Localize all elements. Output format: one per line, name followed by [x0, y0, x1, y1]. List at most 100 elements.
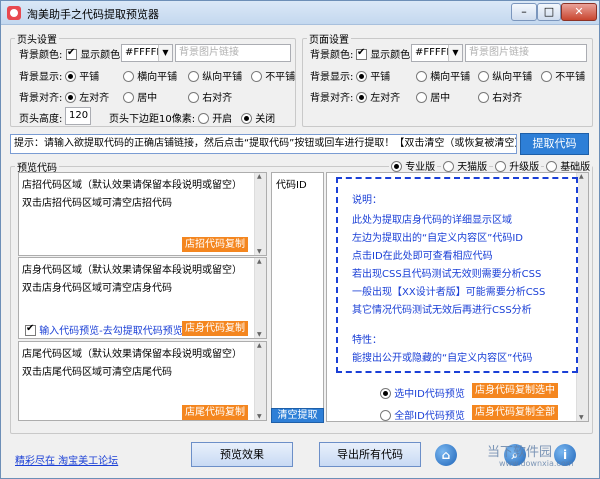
- scrollbar[interactable]: [254, 258, 266, 338]
- code-id-header: 代码ID: [276, 180, 307, 191]
- shop-footer-title: 店尾代码区域（默认效果请保留本段说明或留空）: [22, 349, 242, 360]
- header-margin-label: 页头下边距10像素:: [109, 114, 196, 125]
- forum-link[interactable]: 精彩尽在 淘宝美工论坛: [15, 452, 118, 467]
- header-display-vertical[interactable]: 纵向平铺: [188, 68, 242, 83]
- header-color-select[interactable]: #FFFFFF ▼: [121, 44, 173, 62]
- clear-extract-button[interactable]: 清空提取: [271, 408, 324, 423]
- watermark-text: 当下软件园: [487, 445, 553, 460]
- page-settings-legend: 页面设置: [309, 35, 349, 46]
- page-display-vertical[interactable]: 纵向平铺: [478, 68, 532, 83]
- page-display-horizontal[interactable]: 横向平铺: [416, 68, 470, 83]
- shop-header-title: 店招代码区域（默认效果请保留本段说明或留空）: [22, 180, 242, 191]
- page-display-tile[interactable]: 平铺: [356, 68, 390, 83]
- header-display-tile[interactable]: 平铺: [65, 68, 99, 83]
- show-color-label: 显示颜色: [370, 50, 411, 61]
- page-bg-image-input[interactable]: 背景图片链接: [465, 44, 587, 62]
- page-bg-color-label: 背景颜色:: [310, 50, 354, 61]
- info-line: 点击ID在此处即可查看相应代码: [352, 251, 493, 262]
- extract-code-button[interactable]: 提取代码: [520, 133, 589, 155]
- input-code-preview-checkbox[interactable]: 输入代码预览-去勾提取代码预览: [25, 322, 183, 337]
- export-all-button[interactable]: 导出所有代码: [319, 442, 421, 467]
- header-margin-off[interactable]: 关闭: [241, 110, 275, 125]
- header-margin-on[interactable]: 开启: [198, 110, 232, 125]
- option-label: 居中: [137, 93, 158, 104]
- version-pro[interactable]: 专业版: [389, 158, 438, 173]
- scrollbar[interactable]: [254, 173, 266, 255]
- shop-url-input[interactable]: 提示：请输入欲提取代码的正确店铺链接，然后点击“提取代码”按钮或回车进行提取！【…: [10, 134, 517, 154]
- info-line: 若出现CSS且代码测试无效则需要分析CSS: [352, 269, 542, 280]
- info-line: 说明：: [352, 195, 382, 206]
- page-color-select[interactable]: #FFFFFF ▼: [411, 44, 463, 62]
- info-line: 其它情况代码测试无效后再进行CSS分析: [352, 305, 532, 316]
- close-button[interactable]: ✕: [561, 3, 597, 21]
- option-label: 右对齐: [492, 93, 523, 104]
- option-label: 平铺: [79, 72, 100, 83]
- header-bg-color-label: 背景颜色:: [19, 50, 63, 61]
- option-label: 横向平铺: [430, 72, 471, 83]
- info-box: 说明： 此处为提取店身代码的详细显示区域 左边为提取出的“自定义内容区”代码ID…: [336, 177, 578, 373]
- shop-footer-hint: 双击店尾代码区域可清空店尾代码: [22, 367, 172, 378]
- maximize-button[interactable]: □: [537, 3, 561, 21]
- title-bar: 淘美助手之代码提取预览器 – □ ✕: [1, 1, 599, 25]
- window-title: 淘美助手之代码提取预览器: [27, 8, 159, 21]
- version-basic[interactable]: 基础版: [544, 158, 593, 173]
- version-tmall[interactable]: 天猫版: [441, 158, 490, 173]
- header-bg-align-label: 背景对齐:: [19, 93, 63, 104]
- scrollbar[interactable]: [254, 342, 266, 420]
- header-bg-display-label: 背景显示:: [19, 72, 63, 83]
- preview-selected-radio[interactable]: 选中ID代码预览: [380, 385, 465, 400]
- option-label: 开启: [212, 114, 233, 125]
- info-line: 一般出现【XX设计者版】可能需要分析CSS: [352, 287, 546, 298]
- option-label: 横向平铺: [137, 72, 178, 83]
- option-label: 不平铺: [555, 72, 586, 83]
- shop-body-copy-button[interactable]: 店身代码复制: [182, 321, 248, 336]
- page-align-left[interactable]: 左对齐: [356, 89, 400, 104]
- page-display-none[interactable]: 不平铺: [541, 68, 585, 83]
- info-line: 此处为提取店身代码的详细显示区域: [352, 215, 512, 226]
- header-display-none[interactable]: 不平铺: [251, 68, 295, 83]
- page-show-color-checkbox[interactable]: 显示颜色: [356, 46, 410, 61]
- header-align-center[interactable]: 居中: [123, 89, 157, 104]
- info-line: 能搜出公开或隐藏的“自定义内容区”代码: [352, 353, 533, 364]
- chevron-down-icon: ▼: [448, 45, 462, 61]
- checkbox-label: 输入代码预览-去勾提取代码预览: [39, 326, 183, 337]
- shop-header-hint: 双击店招代码区域可清空店招代码: [22, 198, 172, 209]
- header-align-right[interactable]: 右对齐: [188, 89, 232, 104]
- shop-body-title: 店身代码区域（默认效果请保留本段说明或留空）: [22, 265, 242, 276]
- show-color-label: 显示颜色: [80, 50, 121, 61]
- option-label: 右对齐: [202, 93, 233, 104]
- code-id-list[interactable]: 代码ID: [271, 172, 324, 422]
- option-label: 全部ID代码预览: [394, 411, 465, 422]
- page-align-center[interactable]: 居中: [416, 89, 450, 104]
- option-label: 居中: [430, 93, 451, 104]
- copy-selected-button[interactable]: 店身代码复制选中: [472, 383, 558, 398]
- app-window: 淘美助手之代码提取预览器 – □ ✕ 页头设置 背景颜色: 显示颜色 #FFFF…: [0, 0, 600, 479]
- page-align-right[interactable]: 右对齐: [478, 89, 522, 104]
- shop-body-hint: 双击店身代码区域可清空店身代码: [22, 283, 172, 294]
- option-label: 纵向平铺: [202, 72, 243, 83]
- minimize-button[interactable]: –: [511, 3, 537, 21]
- option-label: 左对齐: [370, 93, 401, 104]
- header-display-horizontal[interactable]: 横向平铺: [123, 68, 177, 83]
- page-bg-align-label: 背景对齐:: [310, 93, 354, 104]
- watermark-url: www.downxia.com: [499, 459, 574, 468]
- home-icon[interactable]: ⌂: [435, 444, 457, 466]
- preview-all-radio[interactable]: 全部ID代码预览: [380, 407, 465, 422]
- version-upgrade[interactable]: 升级版: [493, 158, 542, 173]
- header-show-color-checkbox[interactable]: 显示颜色: [66, 46, 120, 61]
- shop-header-copy-button[interactable]: 店招代码复制: [182, 237, 248, 252]
- page-bg-display-label: 背景显示:: [310, 72, 354, 83]
- copy-all-button[interactable]: 店身代码复制全部: [472, 405, 558, 420]
- header-height-input[interactable]: 120: [65, 107, 91, 125]
- option-label: 平铺: [370, 72, 391, 83]
- header-bg-image-input[interactable]: 背景图片链接: [175, 44, 291, 62]
- preview-effect-button[interactable]: 预览效果: [191, 442, 293, 467]
- info-line: 左边为提取出的“自定义内容区”代码ID: [352, 233, 524, 244]
- header-align-left[interactable]: 左对齐: [65, 89, 109, 104]
- header-height-label: 页头高度:: [19, 114, 63, 125]
- option-label: 不平铺: [265, 72, 296, 83]
- option-label: 选中ID代码预览: [394, 389, 465, 400]
- option-label: 关闭: [255, 114, 276, 125]
- shop-footer-copy-button[interactable]: 店尾代码复制: [182, 405, 248, 420]
- option-label: 左对齐: [79, 93, 110, 104]
